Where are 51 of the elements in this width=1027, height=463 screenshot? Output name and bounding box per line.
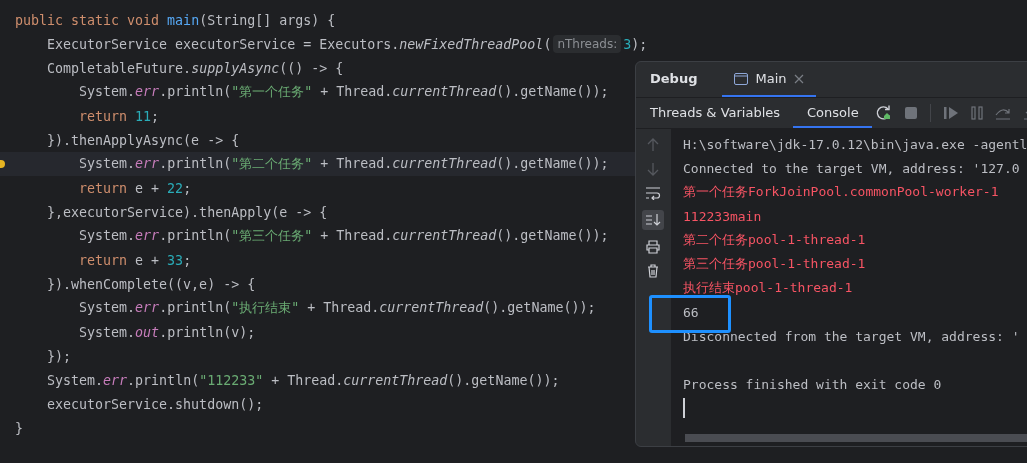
code-text: executorService.shutdown(); <box>46 396 264 412</box>
down-arrow-icon[interactable] <box>647 162 659 176</box>
code-text: System.err.println("执行结束" + Thread.currentThread().getName()); <box>78 299 596 317</box>
console-output-line: Disconnected from the target VM, address: ' <box>683 328 1020 344</box>
print-icon[interactable] <box>646 240 660 254</box>
tool-window-tab[interactable]: Main <box>722 62 816 97</box>
code-text: public static void main(String[] args) { <box>15 12 336 28</box>
scroll-to-end-button[interactable] <box>642 210 664 230</box>
debugger-tab[interactable]: Threads & Variables <box>636 98 794 128</box>
console-output-line: H:\software\jdk-17.0.12\bin\java.exe -agentl <box>683 136 1027 152</box>
parameter-hint: nThreads: <box>553 35 622 53</box>
code-text: },executorService).thenApply(e -> { <box>46 204 328 220</box>
code-text: return e + 22; <box>78 180 192 196</box>
code-text: return e + 33; <box>78 252 192 268</box>
console-output-line: 112233main <box>683 208 762 224</box>
tab-label: Main <box>755 71 787 86</box>
code-text: }).whenComplete((v,e) -> { <box>46 276 256 292</box>
up-arrow-icon[interactable] <box>647 138 659 152</box>
code-text: ExecutorService executorService = Executors.newFixedThreadPool( <box>46 36 552 52</box>
close-icon[interactable] <box>793 73 804 84</box>
code-text: System.out.println(v); <box>78 324 256 340</box>
console-output-line: 第一个任务ForkJoinPool.commonPool-worker-1 <box>683 183 999 201</box>
text-caret <box>683 398 685 418</box>
code-text: System.err.println("第一个任务" + Thread.currentThread().getName()); <box>78 83 609 101</box>
code-text: System.err.println("第二个任务" + Thread.currentThread().getName()); <box>78 155 609 173</box>
bulb-icon[interactable] <box>0 159 6 169</box>
console-output-line: Process finished with exit code 0 <box>683 376 942 392</box>
pause-icon[interactable] <box>970 106 983 120</box>
console-output-line: 执行结束pool-1-thread-1 <box>683 279 853 297</box>
console-output-line: 66 <box>683 304 699 320</box>
code-text: System.err.println("112233" + Thread.currentThread().getName()); <box>46 372 560 388</box>
code-text: }); <box>46 348 72 364</box>
code-text: 3); <box>623 36 648 52</box>
console-output-line: 第二个任务pool-1-thread-1 <box>683 231 866 249</box>
code-text: }).thenApplyAsync(e -> { <box>46 132 240 148</box>
stop-icon[interactable] <box>903 106 918 120</box>
trash-icon[interactable] <box>647 264 659 278</box>
tab-label: Debug <box>650 71 698 86</box>
console-output-line: Connected to the target VM, address: '127.0 <box>683 160 1020 176</box>
console-output-line: 第三个任务pool-1-thread-1 <box>683 255 866 273</box>
soft-wrap-icon[interactable] <box>645 186 661 200</box>
tool-window-tab[interactable]: Debug <box>649 62 699 97</box>
code-text: return 11; <box>78 108 160 124</box>
code-text: } <box>15 420 23 436</box>
horizontal-scrollbar[interactable] <box>685 434 1027 442</box>
code-text: System.err.println("第三个任务" + Thread.currentThread().getName()); <box>78 227 609 245</box>
rerun-icon[interactable] <box>875 105 892 121</box>
window-icon <box>734 72 749 85</box>
step-over-icon[interactable] <box>994 106 1011 120</box>
resume-icon[interactable] <box>942 106 959 120</box>
code-text: CompletableFuture.supplyAsync(() -> { <box>46 60 344 76</box>
